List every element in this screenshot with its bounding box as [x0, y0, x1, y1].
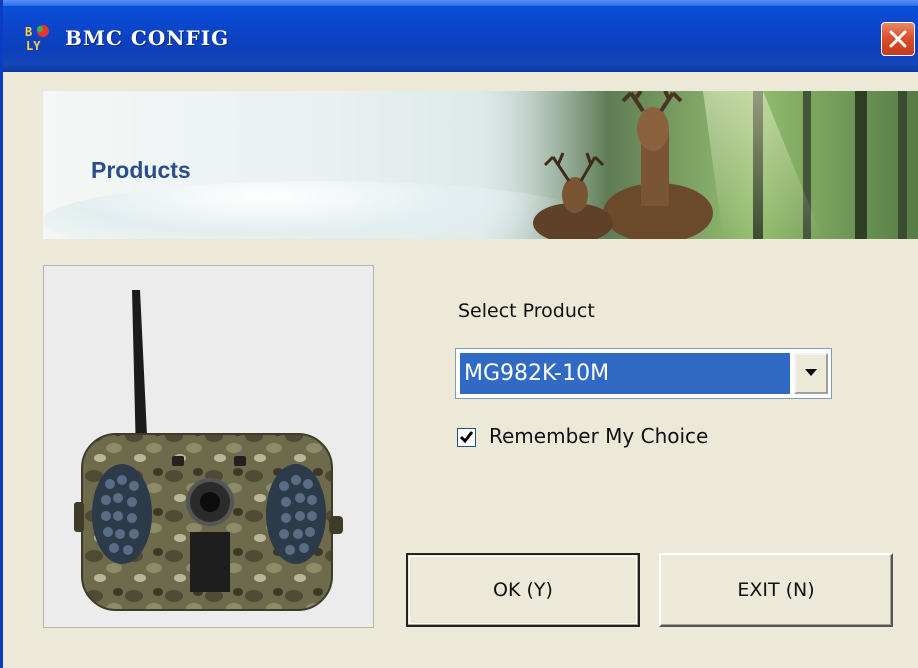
- chevron-down-icon: [805, 369, 817, 376]
- ok-button[interactable]: OK (Y): [406, 553, 640, 627]
- product-select-value: MG982K-10M: [460, 353, 790, 394]
- svg-text:LY: LY: [26, 39, 41, 52]
- product-select[interactable]: MG982K-10M: [455, 348, 832, 399]
- title-bar[interactable]: B LY BMC CONFIG: [3, 0, 918, 72]
- remember-choice-label[interactable]: Remember My Choice: [489, 424, 708, 448]
- banner-title: Products: [91, 157, 191, 183]
- config-window: B LY BMC CONFIG Products Select Product …: [0, 0, 918, 668]
- close-button[interactable]: [881, 22, 915, 56]
- products-banner: Products: [43, 91, 918, 239]
- exit-button[interactable]: EXIT (N): [659, 553, 893, 627]
- close-icon: [889, 30, 907, 48]
- svg-text:B: B: [25, 25, 32, 39]
- product-image-panel: [43, 265, 374, 628]
- deer-forest-image: [503, 91, 918, 239]
- dropdown-button[interactable]: [794, 353, 828, 394]
- window-title: BMC CONFIG: [65, 26, 230, 50]
- app-logo-icon: B LY: [25, 25, 49, 52]
- checkmark-icon: [459, 431, 474, 444]
- remember-choice-checkbox[interactable]: [457, 428, 476, 447]
- select-product-label: Select Product: [458, 300, 595, 322]
- trail-camera-image: [74, 290, 343, 611]
- title-bar-gloss: [3, 0, 918, 6]
